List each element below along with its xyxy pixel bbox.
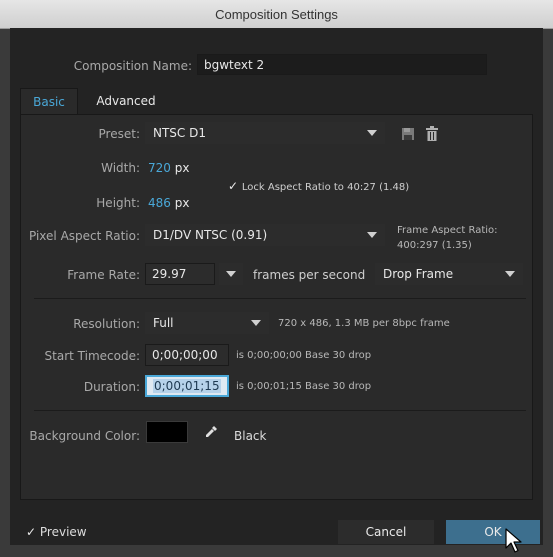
height-unit: px bbox=[174, 196, 190, 210]
duration-info: is 0;00;01;15 Base 30 drop bbox=[236, 381, 372, 392]
mouse-cursor-icon bbox=[504, 528, 524, 554]
ok-button[interactable]: OK bbox=[446, 520, 540, 544]
drop-frame-value: Drop Frame bbox=[383, 267, 454, 281]
chevron-down-icon bbox=[226, 271, 236, 277]
frame-rate-suffix: frames per second bbox=[253, 268, 366, 282]
width-unit: px bbox=[174, 161, 190, 175]
height-label: Height: bbox=[96, 196, 140, 210]
drop-frame-dropdown[interactable]: Drop Frame bbox=[375, 263, 523, 285]
preset-dropdown[interactable]: NTSC D1 bbox=[145, 122, 385, 144]
preset-value: NTSC D1 bbox=[153, 126, 206, 140]
lock-aspect-checkbox[interactable]: ✓ Lock Aspect Ratio to 40:27 (1.48) bbox=[228, 178, 409, 194]
cancel-label: Cancel bbox=[365, 525, 407, 539]
duration-value: 0;00;01;15 bbox=[153, 379, 221, 393]
resolution-info: 720 x 486, 1.3 MB per 8bpc frame bbox=[278, 318, 450, 329]
ok-label: OK bbox=[484, 525, 502, 539]
start-timecode-info: is 0;00;00;00 Base 30 drop bbox=[236, 350, 372, 361]
checkmark-icon: ✓ bbox=[26, 525, 37, 539]
start-timecode-label: Start Timecode: bbox=[44, 349, 140, 363]
width-value[interactable]: 720 bbox=[148, 161, 171, 175]
trash-icon[interactable] bbox=[424, 125, 440, 142]
save-preset-icon[interactable] bbox=[400, 126, 416, 142]
frame-aspect-value: 400:297 (1.35) bbox=[397, 240, 472, 251]
frame-rate-label: Frame Rate: bbox=[67, 268, 140, 282]
frame-rate-dropdown[interactable] bbox=[219, 263, 243, 285]
chevron-down-icon bbox=[367, 130, 377, 136]
background-color-swatch[interactable] bbox=[146, 421, 188, 443]
title-bar: Composition Settings bbox=[0, 0, 553, 29]
eyedropper-icon[interactable] bbox=[203, 424, 219, 440]
width-label: Width: bbox=[101, 161, 140, 175]
tab-basic-label: Basic bbox=[33, 94, 65, 109]
preset-label: Preset: bbox=[98, 127, 140, 141]
pixel-aspect-label: Pixel Aspect Ratio: bbox=[29, 229, 140, 243]
chevron-down-icon bbox=[251, 320, 261, 326]
preview-checkbox[interactable]: ✓ Preview bbox=[26, 523, 87, 541]
divider bbox=[34, 298, 526, 299]
duration-label: Duration: bbox=[83, 380, 140, 394]
tab-advanced-label: Advanced bbox=[96, 94, 156, 108]
frame-rate-input[interactable]: 29.97 bbox=[145, 263, 215, 285]
tab-advanced[interactable]: Advanced bbox=[84, 88, 168, 114]
frame-aspect-label: Frame Aspect Ratio: bbox=[397, 225, 498, 236]
pixel-aspect-value: D1/DV NTSC (0.91) bbox=[153, 228, 268, 242]
divider bbox=[34, 410, 526, 411]
composition-name-input[interactable]: bgwtext 2 bbox=[197, 54, 487, 75]
duration-input[interactable]: 0;00;01;15 bbox=[145, 375, 229, 397]
chevron-down-icon bbox=[505, 271, 515, 277]
background-color-name: Black bbox=[234, 429, 267, 443]
resolution-value: Full bbox=[153, 316, 174, 330]
width-field[interactable]: 720 px bbox=[148, 158, 189, 178]
start-timecode-input[interactable]: 0;00;00;00 bbox=[145, 344, 229, 366]
height-field[interactable]: 486 px bbox=[148, 193, 189, 213]
preview-label: Preview bbox=[39, 525, 87, 539]
chevron-down-icon bbox=[367, 232, 377, 238]
window-title: Composition Settings bbox=[215, 6, 338, 22]
resolution-dropdown[interactable]: Full bbox=[145, 312, 269, 334]
lock-aspect-label: Lock Aspect Ratio to 40:27 (1.48) bbox=[241, 182, 410, 193]
checkmark-icon: ✓ bbox=[228, 179, 239, 193]
composition-name-label: Composition Name: bbox=[73, 59, 192, 73]
tab-basic[interactable]: Basic bbox=[20, 88, 78, 114]
pixel-aspect-dropdown[interactable]: D1/DV NTSC (0.91) bbox=[145, 224, 385, 246]
background-color-label: Background Color: bbox=[29, 429, 140, 443]
resolution-label: Resolution: bbox=[73, 317, 140, 331]
height-value[interactable]: 486 bbox=[148, 196, 171, 210]
cancel-button[interactable]: Cancel bbox=[338, 520, 434, 544]
